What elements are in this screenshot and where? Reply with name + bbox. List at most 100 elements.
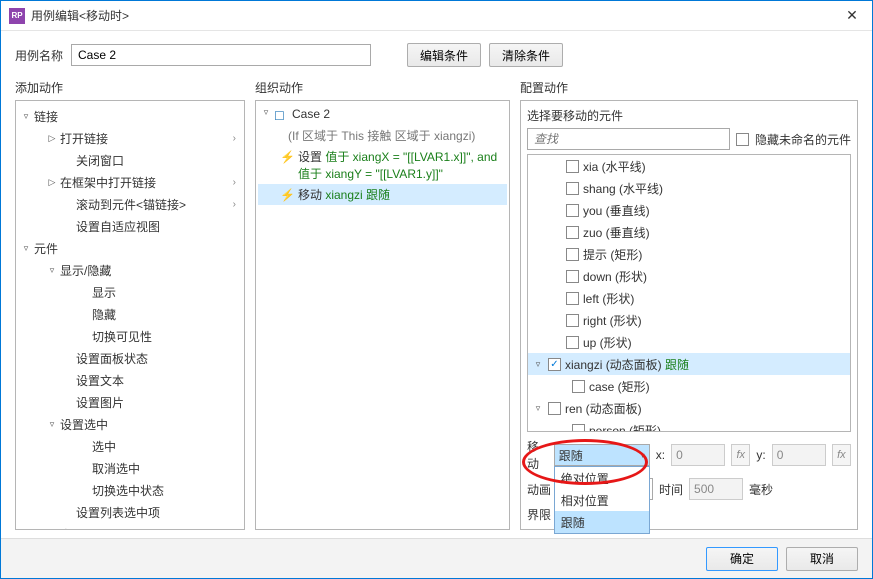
hide-unnamed-checkbox[interactable] — [736, 133, 749, 146]
dropdown-option[interactable]: 相对位置 — [555, 489, 649, 511]
tree-group[interactable]: 元件 — [34, 240, 58, 257]
tree-item[interactable]: 设置自适应视图 — [76, 218, 160, 235]
tree-item[interactable]: 切换选中状态 — [92, 482, 164, 499]
widget-checkbox[interactable] — [572, 424, 585, 433]
chevron-icon[interactable]: ▷ — [46, 177, 58, 188]
tree-item[interactable]: 选中 — [92, 438, 116, 455]
widget-row[interactable]: ▿left (形状) — [528, 287, 850, 309]
chevron-right-icon[interactable]: › — [233, 177, 236, 188]
tree-item[interactable]: 设置面板状态 — [76, 350, 148, 367]
widget-checkbox[interactable] — [566, 292, 579, 305]
chevron-down-icon[interactable]: ▿ — [20, 111, 32, 122]
tree-item[interactable]: 在框架中打开链接 — [60, 174, 156, 191]
tree-item[interactable]: 设置图片 — [76, 394, 124, 411]
chevron-right-icon[interactable]: › — [233, 133, 236, 144]
chevron-down-icon[interactable]: ▿ — [20, 243, 32, 254]
tree-item[interactable]: 滚动到元件<锚链接> — [76, 196, 186, 213]
action-list-panel: ▿链接▷打开链接›▷关闭窗口▷在框架中打开链接›▷滚动到元件<锚链接>›▷设置自… — [15, 100, 245, 530]
widget-name: xia (水平线) — [583, 158, 646, 175]
widget-row[interactable]: ▿ ren (动态面板) — [528, 397, 850, 419]
widget-row[interactable]: ▿right (形状) — [528, 309, 850, 331]
configure-subtitle: 选择要移动的元件 — [527, 107, 851, 124]
chevron-down-icon: ▾ — [641, 451, 645, 460]
widget-list[interactable]: ▿xia (水平线)▿shang (水平线)▿you (垂直线)▿zuo (垂直… — [527, 154, 851, 432]
move-type-dropdown[interactable]: 绝对位置相对位置跟随 — [554, 466, 650, 534]
widget-row[interactable]: ▿shang (水平线) — [528, 177, 850, 199]
action-row[interactable]: ⚡设置 值于 xiangX = "[[LVAR1.x]]", and 值于 xi… — [258, 146, 507, 184]
widget-name: person (矩形) — [589, 422, 661, 433]
widget-row[interactable]: ▿xia (水平线) — [528, 155, 850, 177]
move-type-select[interactable]: 跟随 ▾ — [554, 444, 650, 466]
chevron-icon[interactable]: ▿ — [46, 419, 58, 430]
configure-panel: 选择要移动的元件 隐藏未命名的元件 ▿xia (水平线)▿shang (水平线)… — [520, 100, 858, 530]
fx-x-button[interactable]: fx — [731, 444, 750, 466]
cancel-button[interactable]: 取消 — [786, 547, 858, 571]
chevron-icon[interactable]: ▿ — [46, 529, 58, 531]
tree-item[interactable]: 切换可见性 — [92, 328, 152, 345]
casename-input[interactable] — [71, 44, 371, 66]
chevron-icon[interactable]: ▷ — [46, 133, 58, 144]
widget-checkbox[interactable] — [566, 336, 579, 349]
tree-item[interactable]: 取消选中 — [92, 460, 140, 477]
dropdown-option[interactable]: 绝对位置 — [555, 467, 649, 489]
window-title: 用例编辑<移动时> — [31, 7, 832, 24]
tree-item[interactable]: 设置文本 — [76, 372, 124, 389]
lightning-icon: ⚡ — [280, 188, 294, 202]
widget-row[interactable]: ▿✓xiangzi (动态面板) 跟随 — [528, 353, 850, 375]
widget-name: zuo (垂直线) — [583, 224, 650, 241]
widget-checkbox[interactable] — [566, 270, 579, 283]
widget-row[interactable]: ▿up (形状) — [528, 331, 850, 353]
fx-y-button[interactable]: fx — [832, 444, 851, 466]
col2-title: 组织动作 — [255, 79, 510, 96]
widget-checkbox[interactable] — [566, 204, 579, 217]
widget-row[interactable]: ▿提示 (矩形) — [528, 243, 850, 265]
widget-checkbox[interactable] — [566, 314, 579, 327]
chevron-down-icon[interactable]: ▿ — [260, 107, 272, 118]
widget-row[interactable]: ▿down (形状) — [528, 265, 850, 287]
widget-checkbox[interactable] — [566, 248, 579, 261]
clear-condition-button[interactable]: 清除条件 — [489, 43, 563, 67]
widget-name: ren (动态面板) — [565, 400, 642, 417]
widget-checkbox[interactable] — [548, 402, 561, 415]
app-icon: RP — [9, 8, 25, 24]
chevron-down-icon[interactable]: ▿ — [532, 359, 544, 370]
dropdown-option[interactable]: 跟随 — [555, 511, 649, 533]
widget-checkbox[interactable] — [566, 182, 579, 195]
case-icon: ☐ — [274, 109, 288, 123]
tree-item[interactable]: 隐藏 — [92, 306, 116, 323]
widget-name: 提示 (矩形) — [583, 246, 642, 263]
widget-name: shang (水平线) — [583, 180, 663, 197]
close-button[interactable]: ✕ — [832, 1, 872, 31]
widget-row[interactable]: person (矩形) — [528, 419, 850, 432]
chevron-right-icon[interactable]: › — [233, 199, 236, 210]
chevron-icon[interactable]: ▿ — [46, 265, 58, 276]
widget-name: you (垂直线) — [583, 202, 650, 219]
widget-checkbox[interactable]: ✓ — [548, 358, 561, 371]
widget-row[interactable]: ▿you (垂直线) — [528, 199, 850, 221]
search-input[interactable] — [527, 128, 730, 150]
tree-item[interactable]: 显示 — [92, 284, 116, 301]
widget-row[interactable]: case (矩形) — [528, 375, 850, 397]
tree-item[interactable]: 设置列表选中项 — [76, 504, 160, 521]
widget-checkbox[interactable] — [572, 380, 585, 393]
case-condition: (If 区域于 This 接触 区域于 xiangzi) — [288, 127, 475, 144]
widget-checkbox[interactable] — [566, 226, 579, 239]
widget-checkbox[interactable] — [566, 160, 579, 173]
tree-group[interactable]: 链接 — [34, 108, 58, 125]
x-label: x: — [656, 448, 665, 462]
tree-item[interactable]: 显示/隐藏 — [60, 262, 111, 279]
tree-item[interactable]: 打开链接 — [60, 130, 108, 147]
tree-item[interactable]: 启用/禁用 — [60, 526, 111, 531]
move-type-value: 跟随 — [559, 447, 583, 464]
widget-name: up (形状) — [583, 334, 632, 351]
action-text: 设置 值于 xiangX = "[[LVAR1.x]]", and 值于 xia… — [298, 148, 503, 182]
ok-button[interactable]: 确定 — [706, 547, 778, 571]
edit-condition-button[interactable]: 编辑条件 — [407, 43, 481, 67]
tree-item[interactable]: 设置选中 — [60, 416, 108, 433]
chevron-down-icon[interactable]: ▿ — [532, 403, 544, 414]
case-label[interactable]: Case 2 — [292, 107, 330, 121]
move-label: 移动 — [527, 438, 548, 472]
action-row[interactable]: ⚡移动 xiangzi 跟随 — [258, 184, 507, 205]
tree-item[interactable]: 关闭窗口 — [76, 152, 124, 169]
widget-row[interactable]: ▿zuo (垂直线) — [528, 221, 850, 243]
